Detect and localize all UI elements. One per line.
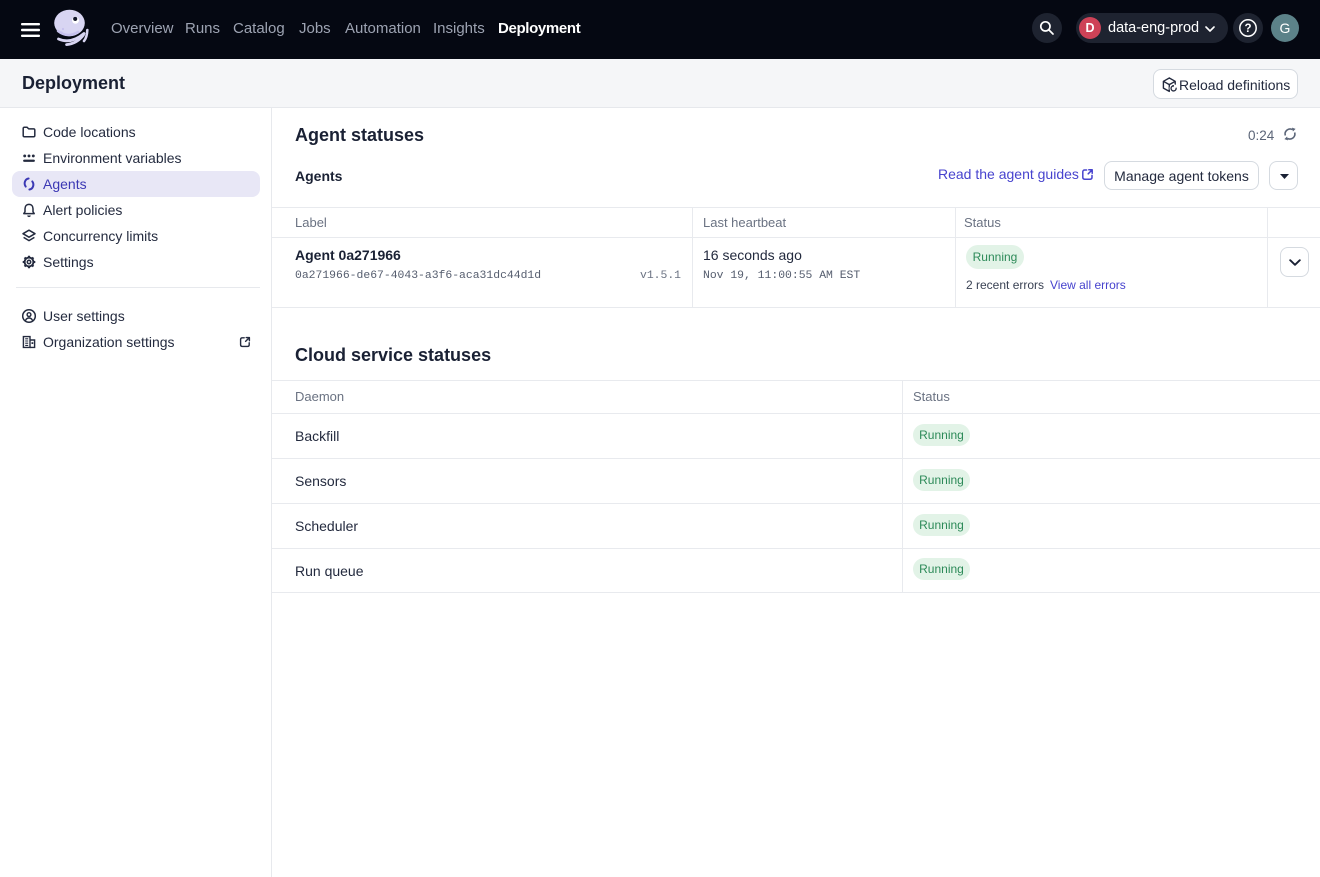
svg-text:?: ?	[1244, 23, 1251, 35]
